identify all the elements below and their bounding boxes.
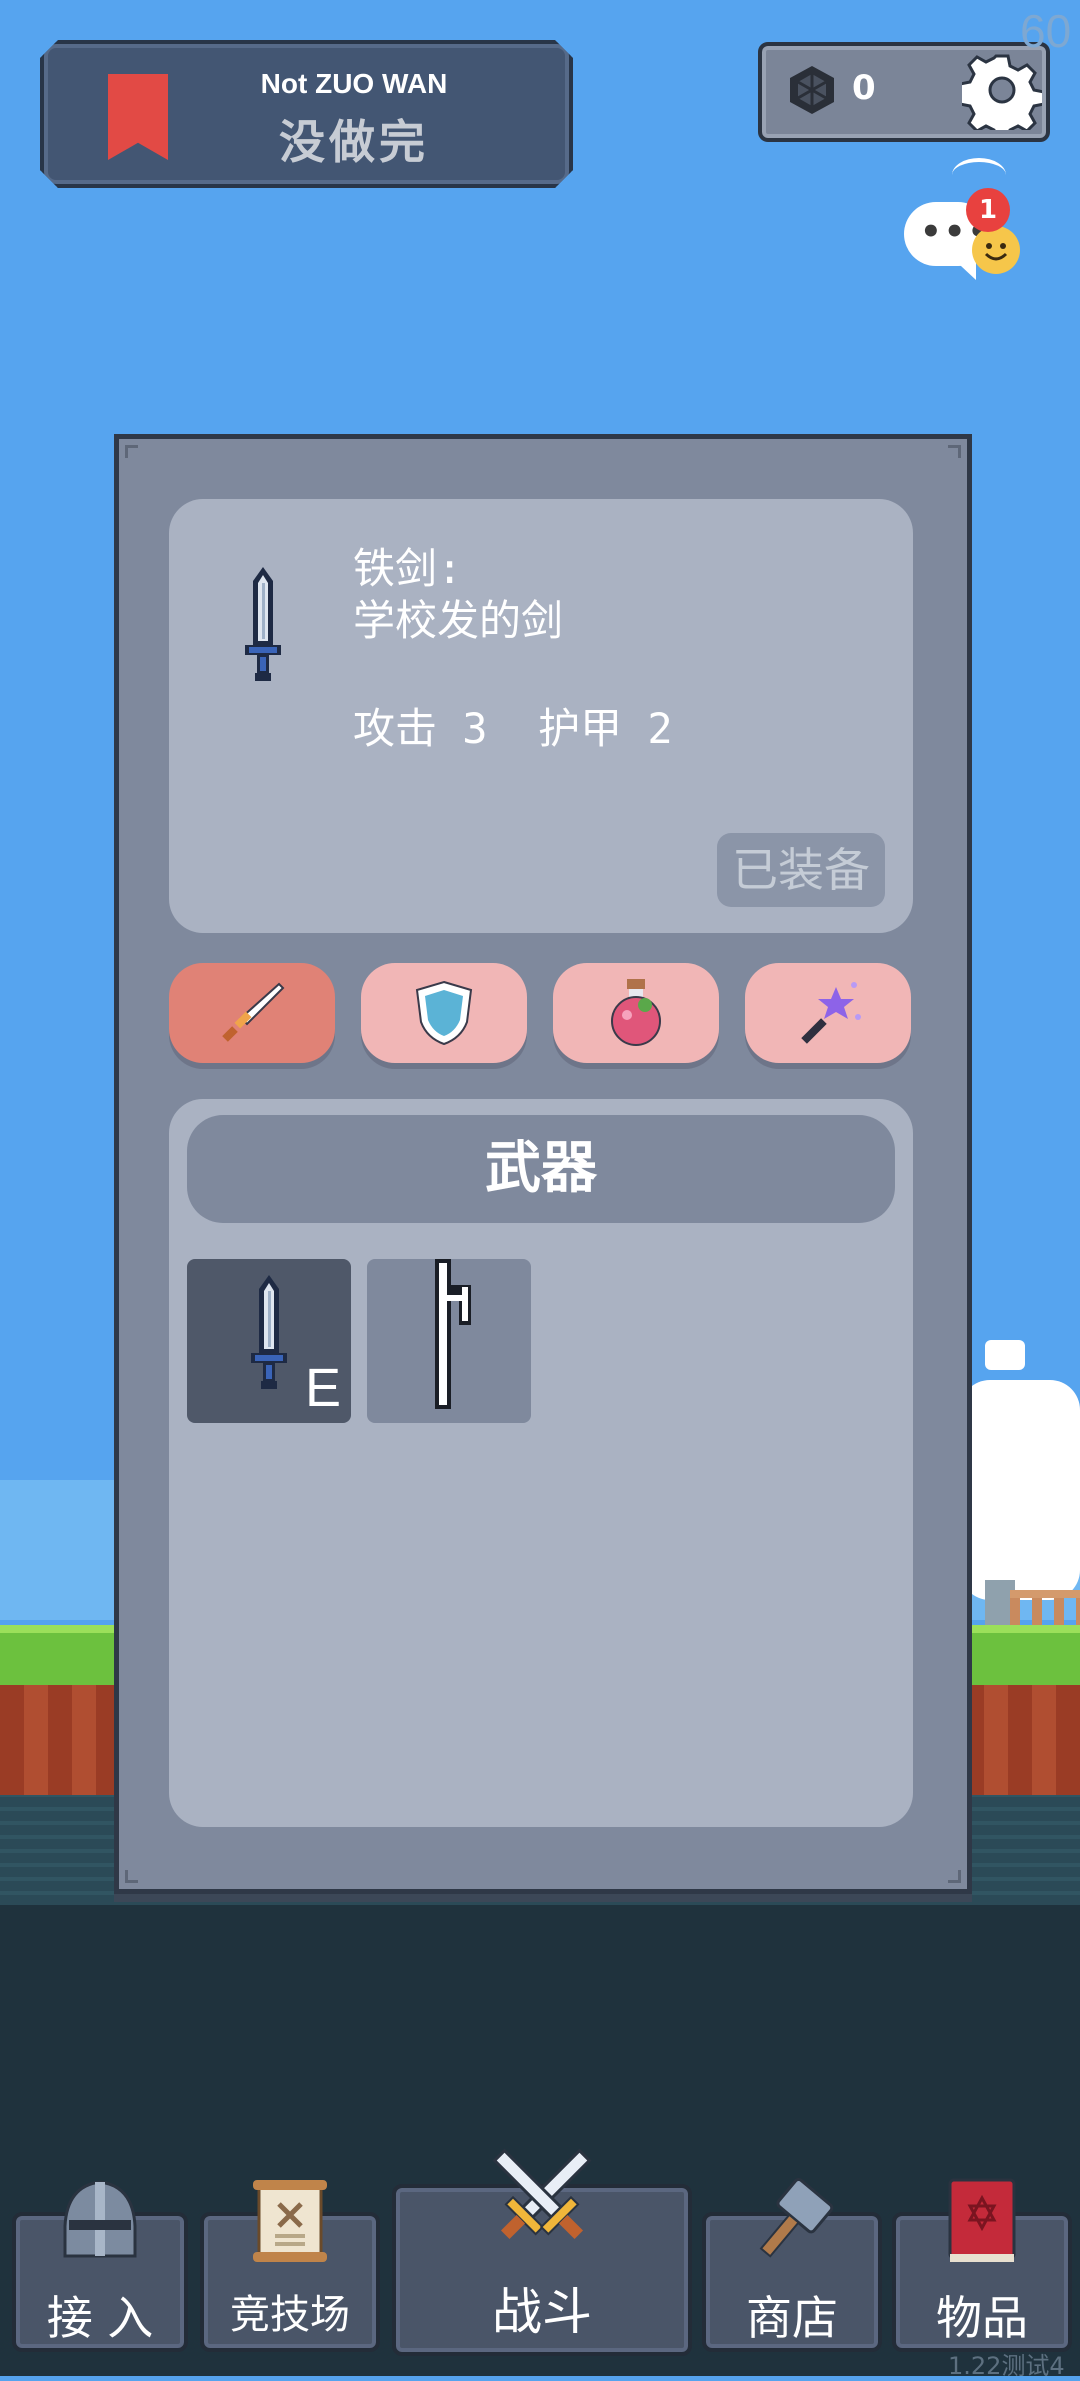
- hammer-icon: [759, 2178, 834, 2258]
- sword-icon: [222, 982, 285, 1042]
- inventory-list-card: 武器 E: [169, 1099, 913, 1827]
- nav-arena-label: 竞技场: [230, 2292, 350, 2338]
- chat-button[interactable]: ••• 1: [900, 156, 1030, 286]
- nav-battle[interactable]: 战斗: [392, 2148, 692, 2356]
- nav-join-label: 接 入: [46, 2291, 154, 2345]
- shield-icon: [415, 980, 473, 1046]
- item-stats: 攻击 3 护甲 2: [353, 704, 673, 753]
- bookmark-icon: [108, 74, 168, 160]
- nav-shop[interactable]: 商店: [702, 2178, 882, 2352]
- nav-shop-label: 商店: [746, 2291, 838, 2345]
- smiley-icon: [972, 226, 1020, 274]
- nav-items-label: 物品: [936, 2291, 1028, 2345]
- tab-potion[interactable]: [553, 963, 719, 1063]
- nav-items[interactable]: 物品: [892, 2178, 1072, 2352]
- crossed-swords-icon: [492, 2148, 592, 2240]
- tab-armor[interactable]: [361, 963, 527, 1063]
- equipped-badge: E: [304, 1358, 341, 1418]
- item-description: 学校发的剑: [353, 596, 564, 645]
- panel-corner: [948, 445, 961, 458]
- item-detail-card: 铁剑: 学校发的剑 攻击 3 护甲 2 已装备: [169, 499, 913, 933]
- inventory-slot[interactable]: [367, 1259, 531, 1423]
- scroll-icon: [253, 2180, 327, 2262]
- panel-corner: [125, 445, 138, 458]
- potion-icon: [611, 979, 661, 1046]
- spellbook-icon: [948, 2178, 1016, 2262]
- inventory-slot[interactable]: E: [187, 1259, 351, 1423]
- inventory-category-title: 武器: [187, 1115, 895, 1223]
- iron-sword-icon: [245, 567, 281, 681]
- currency-panel: 0: [758, 42, 1050, 142]
- panel-corner: [948, 1870, 961, 1883]
- panel-corner: [125, 1870, 138, 1883]
- inventory-panel: 铁剑: 学校发的剑 攻击 3 护甲 2 已装备 武器 E: [114, 434, 972, 1894]
- stick-icon: [435, 1259, 471, 1409]
- cloud: [985, 1340, 1025, 1370]
- gem-count: 0: [852, 68, 876, 108]
- iron-sword-icon: [251, 1275, 287, 1389]
- nav-join[interactable]: 接 入: [12, 2180, 188, 2352]
- chat-notification-badge: 1: [966, 188, 1010, 232]
- tab-weapon[interactable]: [169, 963, 335, 1063]
- knight-helmet-icon: [63, 2180, 137, 2258]
- tab-magic[interactable]: [745, 963, 911, 1063]
- game-title-cn: 没做完: [279, 115, 429, 169]
- gear-icon[interactable]: [962, 50, 1042, 130]
- nav-arena[interactable]: 竞技场: [200, 2180, 380, 2352]
- magic-wand-icon: [801, 982, 861, 1044]
- title-panel: Not ZUO WAN 没做完: [40, 40, 573, 188]
- gem-icon: [790, 66, 834, 114]
- cloud: [960, 1380, 1080, 1600]
- nav-battle-label: 战斗: [492, 2283, 592, 2341]
- fps-counter: 60: [1020, 5, 1072, 57]
- notification-arc: [952, 158, 1006, 192]
- equipped-button[interactable]: 已装备: [717, 833, 885, 907]
- game-title-en: Not ZUO WAN: [260, 68, 448, 99]
